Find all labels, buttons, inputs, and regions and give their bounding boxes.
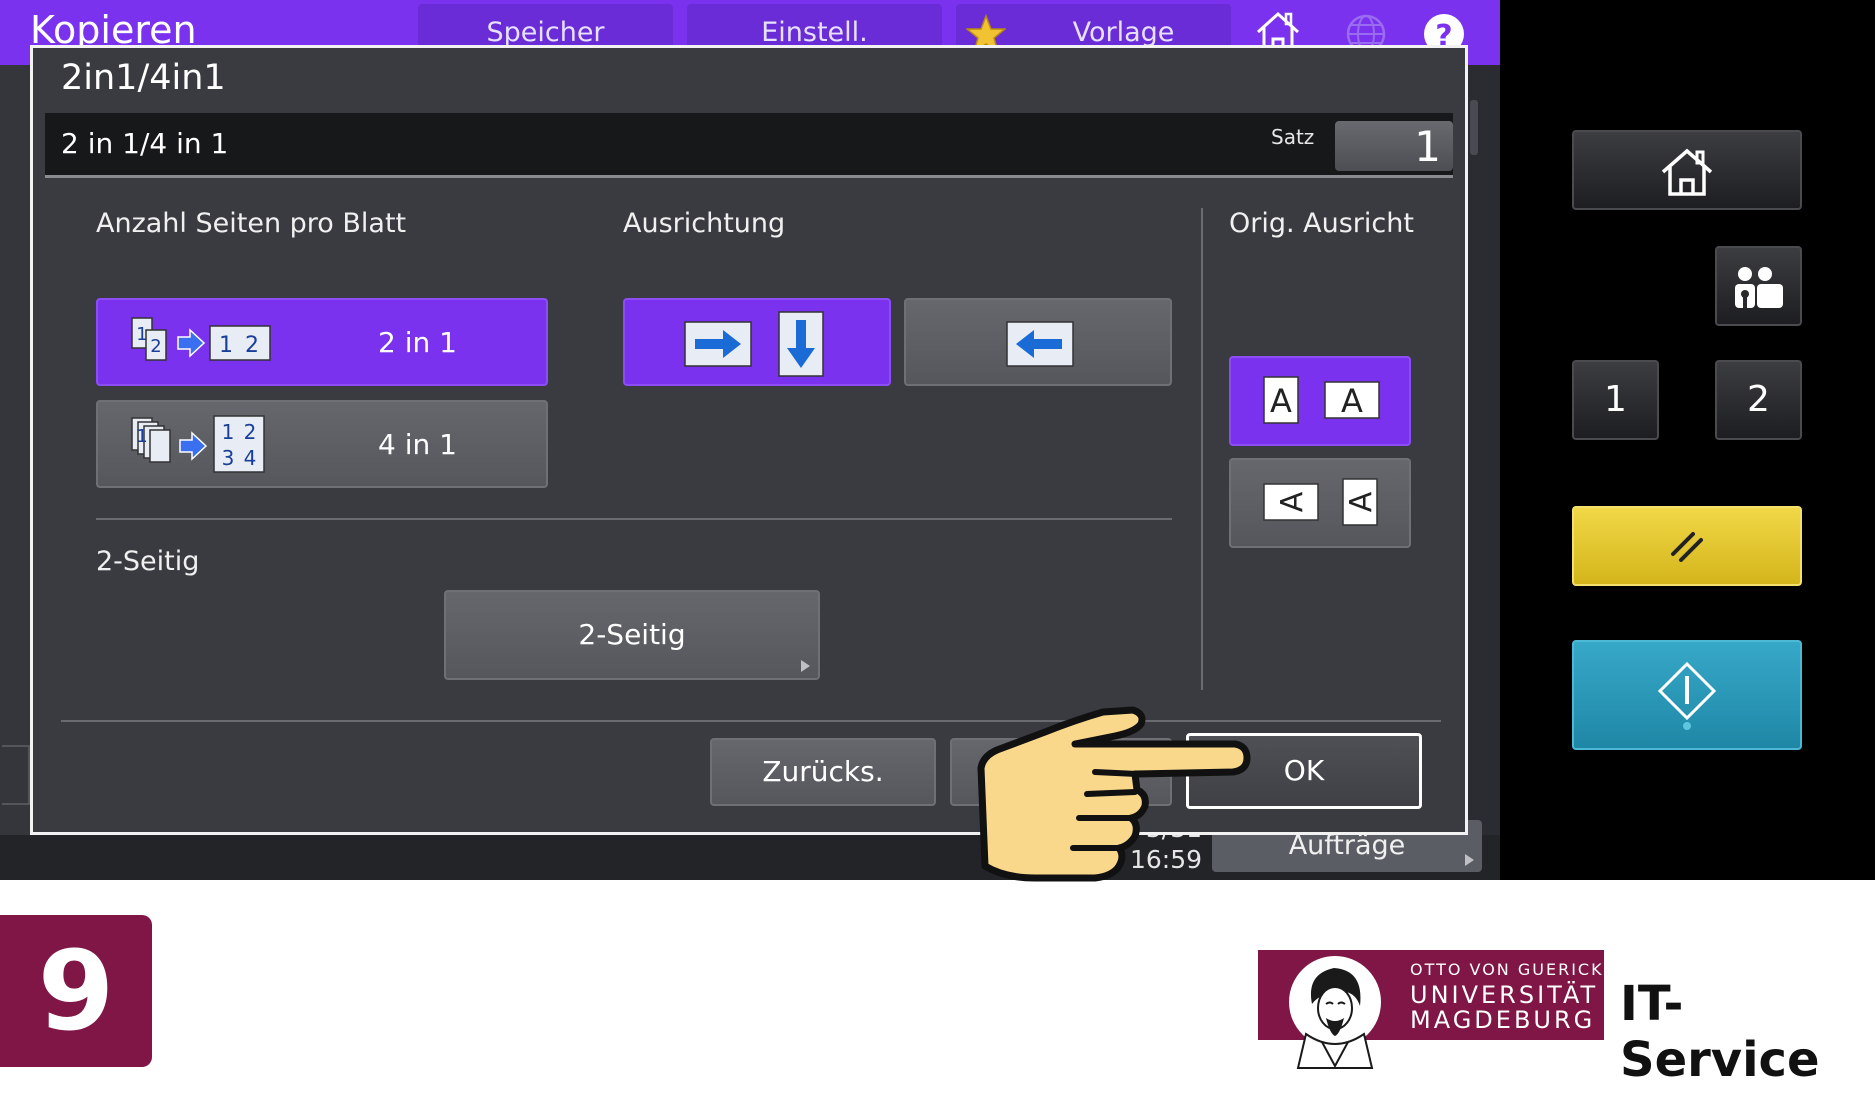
orientation-ltr-button[interactable]	[623, 298, 891, 386]
svg-text:2: 2	[245, 333, 259, 358]
duplex-button[interactable]: 2-Seitig	[444, 590, 820, 680]
option-2in1-button[interactable]: 1 2 1 2 2 in 1	[96, 298, 548, 386]
original-orientation-label: Orig. Ausricht	[1229, 208, 1414, 239]
svg-text:1: 1	[136, 426, 147, 447]
section-divider	[96, 518, 1172, 520]
svg-text:1: 1	[219, 333, 233, 358]
rotated-page-icon: A A	[1263, 478, 1379, 526]
svg-text:3: 3	[222, 446, 235, 470]
copier-touch-screen: Kopieren Speicher Einstell. Vorlage ? 16…	[0, 0, 1500, 880]
svg-text:2: 2	[244, 420, 257, 444]
copy-count-label: Satz	[1271, 125, 1315, 149]
svg-text:2: 2	[150, 336, 161, 357]
dialog-subheader: 2 in 1/4 in 1 Satz 1	[45, 113, 1453, 178]
4in1-layout-icon: 1 1 2 3 4	[131, 415, 265, 473]
orig-rotated-button[interactable]: A A	[1229, 458, 1411, 548]
step-number-badge: 9	[0, 915, 152, 1067]
background-tab	[1470, 100, 1478, 155]
orig-upright-button[interactable]: A A	[1229, 356, 1411, 446]
start-icon	[1657, 661, 1717, 730]
duplex-label: 2-Seitig	[96, 546, 200, 577]
option-4in1-button[interactable]: 1 1 2 3 4 4 in 1	[96, 400, 548, 488]
guericke-portrait-icon	[1289, 956, 1381, 1069]
svg-text:1: 1	[222, 420, 235, 444]
hw-user-button[interactable]	[1715, 246, 1802, 326]
hw-button-1[interactable]: 1	[1572, 360, 1659, 440]
hardware-panel: 1 2	[1500, 0, 1875, 880]
upright-page-icon: A A	[1263, 376, 1380, 424]
duplex-button-label: 2-Seitig	[578, 618, 686, 651]
subheader-label: 2 in 1/4 in 1	[61, 127, 229, 160]
reset-button[interactable]: Zurücks.	[710, 738, 936, 806]
arrow-right-down-icon	[684, 311, 824, 377]
section-divider	[1201, 208, 1203, 690]
orig-upright-glyph-1: A	[1270, 382, 1292, 420]
2in1-layout-icon: 1 2 1 2	[131, 317, 271, 361]
logo-line-3: MAGDEBURG	[1410, 1006, 1596, 1034]
pointing-hand-icon	[977, 706, 1251, 882]
expand-arrow-icon	[1465, 854, 1474, 866]
background-frame	[2, 745, 30, 805]
option-2in1-label: 2 in 1	[378, 326, 457, 359]
orig-rotated-glyph-1: A	[1275, 491, 1310, 512]
home-icon	[1661, 148, 1713, 196]
orig-rotated-glyph-2: A	[1344, 491, 1379, 512]
orig-upright-glyph-2: A	[1341, 382, 1363, 420]
pages-per-sheet-label: Anzahl Seiten pro Blatt	[96, 208, 407, 239]
orientation-rtl-button[interactable]	[904, 298, 1172, 386]
expand-arrow-icon	[801, 660, 810, 672]
arrow-left-icon	[1006, 321, 1074, 367]
logo-line-2: UNIVERSITÄT	[1410, 981, 1599, 1009]
hw-reset-button[interactable]	[1572, 506, 1802, 586]
logo-line-1: OTTO VON GUERICKE	[1410, 960, 1616, 979]
hw-button-2[interactable]: 2	[1715, 360, 1802, 440]
dialog-title: 2in1/4in1	[61, 58, 226, 98]
hw-home-button[interactable]	[1572, 130, 1802, 210]
copy-count-field[interactable]: 1	[1335, 121, 1453, 171]
reset-icon	[1671, 532, 1703, 562]
university-logo: OTTO VON GUERICKE UNIVERSITÄT MAGDEBURG	[1258, 950, 1614, 1069]
it-service-label: IT-Service	[1620, 976, 1820, 1088]
option-4in1-label: 4 in 1	[378, 428, 457, 461]
orientation-label: Ausrichtung	[623, 208, 786, 239]
user-management-icon	[1734, 267, 1783, 308]
hw-start-button[interactable]	[1572, 640, 1802, 750]
tab-vorlage-label: Vorlage	[1072, 17, 1175, 48]
svg-text:4: 4	[244, 446, 257, 470]
